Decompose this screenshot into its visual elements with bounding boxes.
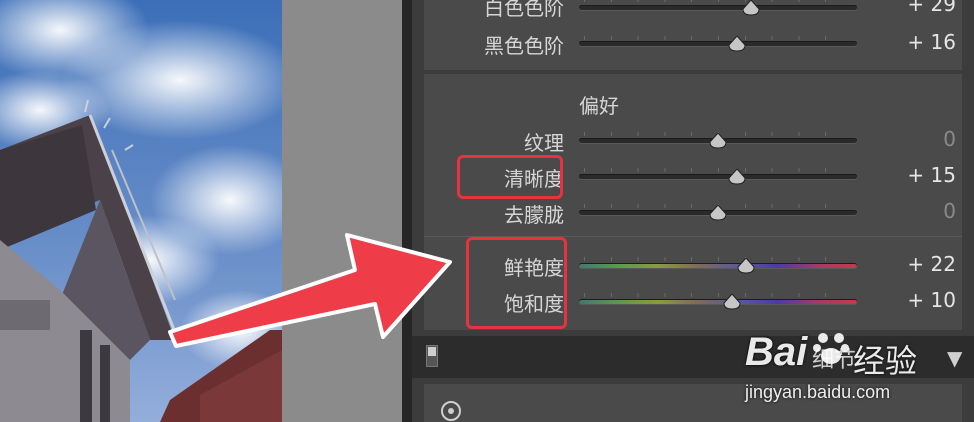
whites-slider[interactable] bbox=[579, 5, 857, 10]
tone-section: 白色色阶 + 29 黑色色阶 + 16 bbox=[424, 0, 962, 70]
whites-label: 白色色阶 bbox=[484, 0, 564, 20]
whites-value[interactable]: + 29 bbox=[896, 0, 956, 16]
blacks-label: 黑色色阶 bbox=[484, 34, 564, 58]
texture-thumb[interactable] bbox=[709, 133, 727, 149]
vibrance-thumb[interactable] bbox=[737, 258, 755, 274]
dehaze-value[interactable]: 0 bbox=[896, 199, 956, 223]
dehaze-label: 去朦胧 bbox=[504, 203, 564, 227]
texture-label: 纹理 bbox=[524, 131, 564, 155]
saturation-slider[interactable] bbox=[579, 299, 857, 304]
blacks-value[interactable]: + 16 bbox=[896, 30, 956, 54]
photo-preview bbox=[0, 0, 282, 422]
blacks-thumb[interactable] bbox=[728, 36, 746, 52]
saturation-thumb[interactable] bbox=[723, 294, 741, 310]
blacks-ticks bbox=[584, 36, 852, 40]
blacks-slider[interactable] bbox=[579, 41, 857, 46]
clarity-ticks bbox=[584, 168, 852, 172]
clarity-slider[interactable] bbox=[579, 174, 857, 179]
canvas-background bbox=[282, 0, 402, 422]
panel-divider[interactable] bbox=[402, 0, 412, 422]
target-adjust-icon[interactable] bbox=[440, 400, 462, 422]
photo-image bbox=[0, 0, 282, 422]
clarity-thumb[interactable] bbox=[728, 169, 746, 185]
vibrance-value[interactable]: + 22 bbox=[896, 252, 956, 276]
color-highlight-box bbox=[466, 237, 567, 329]
whites-thumb[interactable] bbox=[742, 0, 760, 16]
section-toggle-switch[interactable] bbox=[426, 345, 438, 367]
dehaze-thumb[interactable] bbox=[709, 205, 727, 221]
paw-icon bbox=[813, 333, 849, 364]
presence-heading: 偏好 bbox=[579, 94, 619, 118]
watermark-url: jingyan.baidu.com bbox=[745, 382, 891, 402]
clarity-highlight-box bbox=[457, 155, 563, 199]
watermark-brand-suffix: 经验 bbox=[853, 342, 918, 380]
saturation-value[interactable]: + 10 bbox=[896, 288, 956, 312]
whites-ticks bbox=[584, 0, 852, 2]
texture-value[interactable]: 0 bbox=[896, 127, 956, 151]
vibrance-slider[interactable] bbox=[579, 263, 857, 268]
saturation-ticks bbox=[584, 293, 852, 297]
clarity-value[interactable]: + 15 bbox=[896, 163, 956, 187]
watermark-brand: Bai bbox=[745, 330, 808, 374]
vibrance-ticks bbox=[584, 257, 852, 261]
baidu-watermark: Bai 经验 jingyan.baidu.com bbox=[745, 322, 970, 412]
